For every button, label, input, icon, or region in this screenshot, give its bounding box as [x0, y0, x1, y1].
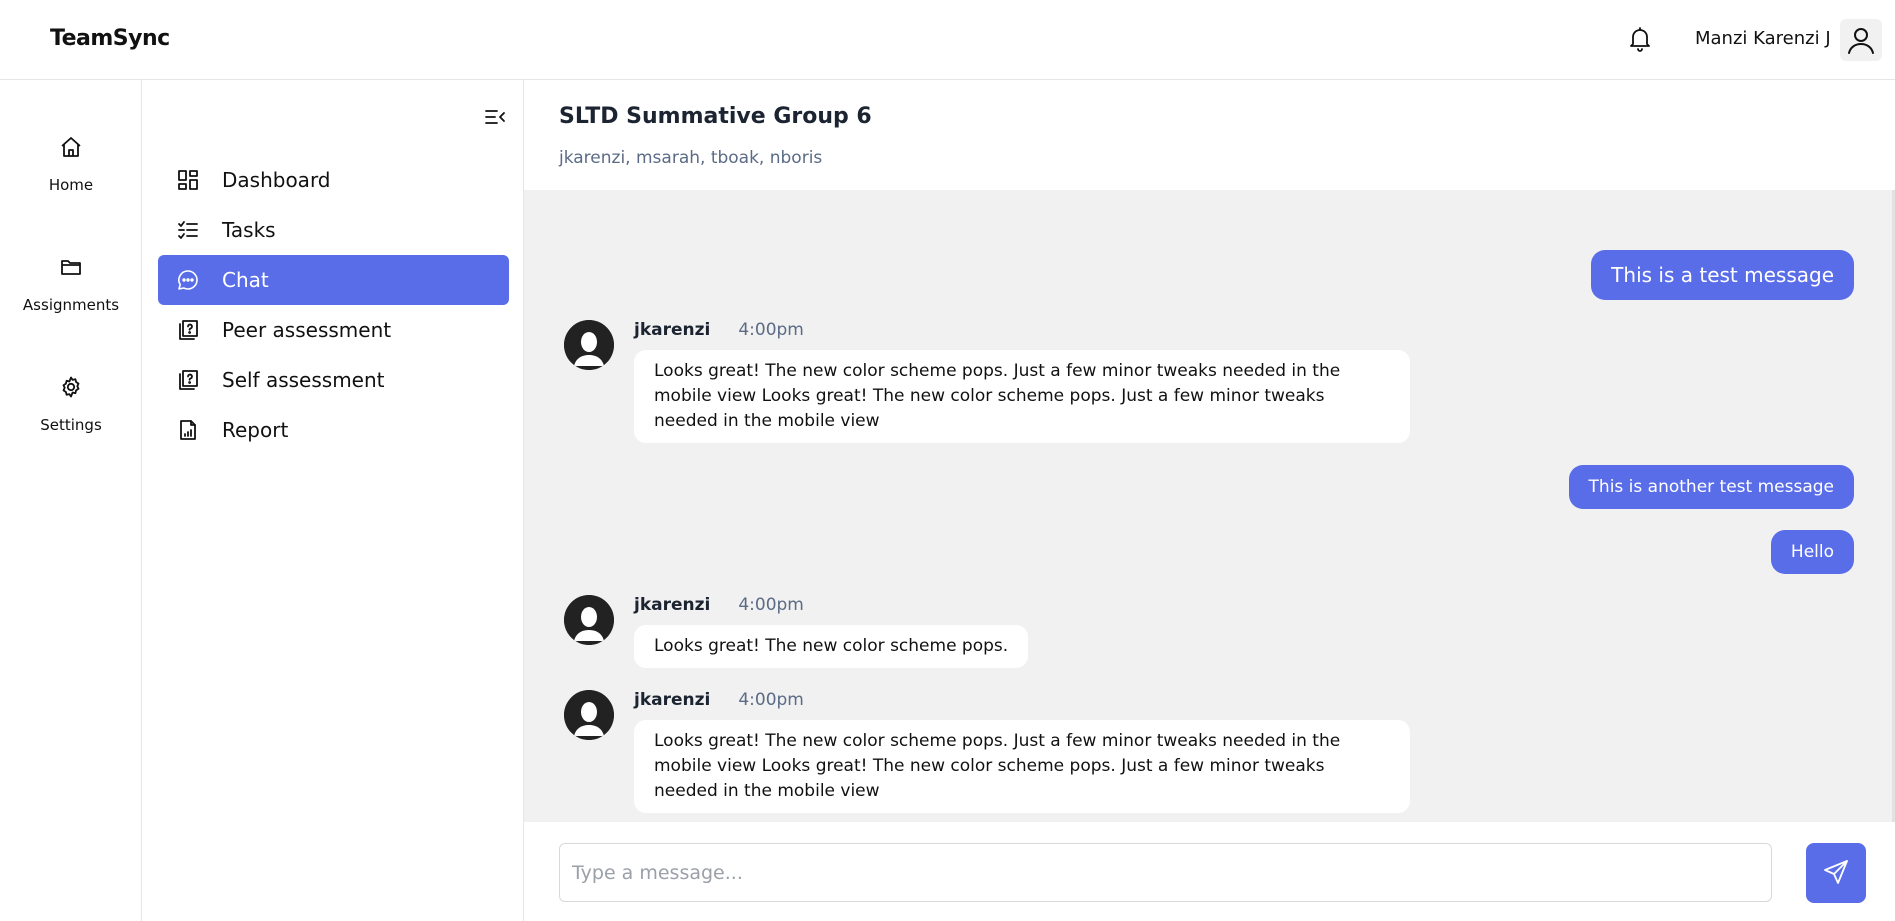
send-icon: [1822, 858, 1850, 889]
message-time: 4:00pm: [738, 595, 804, 615]
rail-item-assignments[interactable]: Assignments: [0, 252, 142, 314]
secondary-nav: Dashboard Tasks Chat Peer assessment Sel…: [142, 80, 524, 921]
message-text: Looks great! The new color scheme pops. …: [634, 720, 1410, 813]
top-header: TeamSync Manzi Karenzi J: [0, 0, 1895, 80]
message-text: Looks great! The new color scheme pops.: [634, 625, 1029, 668]
nav-item-dashboard[interactable]: Dashboard: [158, 155, 509, 205]
home-icon: [56, 132, 86, 162]
user-avatar-icon[interactable]: [1840, 19, 1882, 61]
chat-members: jkarenzi, msarah, tboak, nboris: [559, 148, 823, 168]
report-icon: [176, 418, 200, 442]
outgoing-message: This is another test message: [1568, 465, 1854, 509]
message-sender: jkarenzi: [634, 320, 711, 340]
nav-item-chat[interactable]: Chat: [158, 255, 509, 305]
message-sender: jkarenzi: [634, 690, 711, 710]
nav-item-self-assessment[interactable]: Self assessment: [158, 355, 509, 405]
nav-item-label: Tasks: [222, 218, 276, 242]
nav-item-label: Self assessment: [222, 368, 385, 392]
app-logo[interactable]: TeamSync: [50, 26, 170, 51]
outgoing-message: Hello: [1770, 530, 1854, 574]
nav-item-label: Dashboard: [222, 168, 331, 192]
message-meta: jkarenzi 4:00pm: [634, 320, 804, 340]
nav-item-label: Report: [222, 418, 289, 442]
message-time: 4:00pm: [738, 690, 804, 710]
outgoing-message: This is a test message: [1591, 250, 1854, 300]
gear-icon: [56, 372, 86, 402]
nav-item-peer-assessment[interactable]: Peer assessment: [158, 305, 509, 355]
nav-item-label: Chat: [222, 268, 269, 292]
chat-title: SLTD Summative Group 6: [559, 104, 872, 129]
message-text: Looks great! The new color scheme pops. …: [634, 350, 1410, 443]
avatar[interactable]: [564, 690, 614, 740]
message-meta: jkarenzi 4:00pm: [634, 690, 804, 710]
question-book-icon: [176, 368, 200, 392]
chat-icon: [176, 268, 200, 292]
primary-rail: Home Assignments Settings: [0, 80, 142, 921]
rail-item-label: Assignments: [22, 296, 120, 314]
rail-item-label: Settings: [40, 416, 102, 434]
message-composer: [524, 822, 1895, 921]
bell-icon[interactable]: [1625, 24, 1655, 54]
avatar[interactable]: [564, 320, 614, 370]
question-book-icon: [176, 318, 200, 342]
message-input[interactable]: [559, 843, 1772, 902]
message-meta: jkarenzi 4:00pm: [634, 595, 804, 615]
rail-item-settings[interactable]: Settings: [0, 372, 142, 434]
chat-header: SLTD Summative Group 6 jkarenzi, msarah,…: [524, 80, 1895, 190]
collapse-menu-icon[interactable]: [482, 104, 508, 130]
user-name[interactable]: Manzi Karenzi J: [1695, 28, 1831, 49]
rail-item-label: Home: [48, 176, 94, 194]
message-time: 4:00pm: [738, 320, 804, 340]
send-button[interactable]: [1806, 843, 1866, 903]
message-list[interactable]: This is a test message jkarenzi 4:00pm L…: [524, 190, 1895, 822]
folder-icon: [56, 252, 86, 282]
dashboard-icon: [176, 168, 200, 192]
message-sender: jkarenzi: [634, 595, 711, 615]
nav-item-tasks[interactable]: Tasks: [158, 205, 509, 255]
checklist-icon: [176, 218, 200, 242]
avatar[interactable]: [564, 595, 614, 645]
nav-item-label: Peer assessment: [222, 318, 392, 342]
nav-item-report[interactable]: Report: [158, 405, 509, 455]
rail-item-home[interactable]: Home: [0, 132, 142, 194]
